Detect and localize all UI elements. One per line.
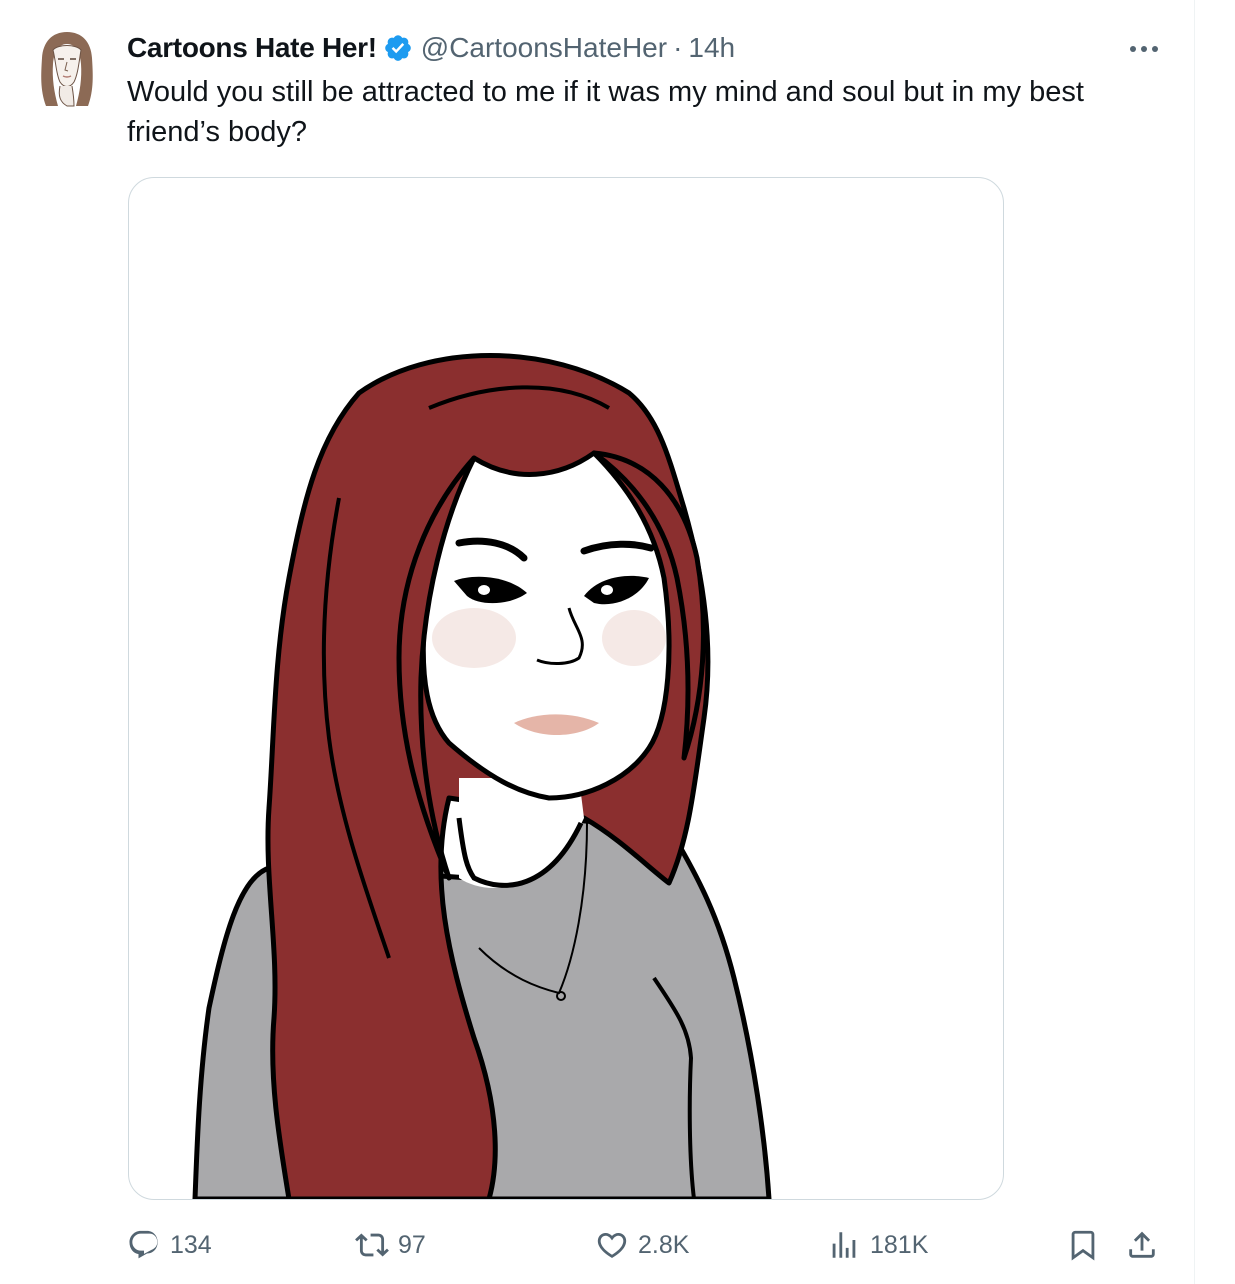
reply-button[interactable]: 134 <box>127 1222 212 1268</box>
views-button[interactable]: 181K <box>827 1222 928 1268</box>
repost-icon <box>355 1233 389 1257</box>
reply-icon <box>129 1230 158 1259</box>
separator-dot: · <box>673 32 683 63</box>
heart-icon <box>597 1232 627 1258</box>
avatar[interactable] <box>38 30 96 108</box>
repost-button[interactable]: 97 <box>355 1222 426 1268</box>
more-icon[interactable] <box>1124 32 1164 62</box>
display-name[interactable]: Cartoons Hate Her! <box>127 32 377 64</box>
verified-badge-icon <box>384 35 411 61</box>
tweet-header: Cartoons Hate Her! @CartoonsHateHer · 14… <box>127 30 735 66</box>
timestamp[interactable]: 14h <box>688 32 735 64</box>
share-icon <box>1129 1231 1155 1258</box>
tweet-image[interactable] <box>128 177 1004 1200</box>
views-count: 181K <box>870 1230 929 1259</box>
like-button[interactable]: 2.8K <box>595 1222 689 1268</box>
cartoon-illustration <box>192 353 772 1199</box>
handle[interactable]: @CartoonsHateHer <box>421 32 667 64</box>
bookmark-button[interactable] <box>1066 1222 1109 1268</box>
repost-count: 97 <box>398 1230 426 1259</box>
tweet-actions: 134 97 2.8K 181K <box>127 1222 1167 1268</box>
share-button[interactable] <box>1125 1222 1168 1268</box>
like-count: 2.8K <box>638 1230 690 1259</box>
reply-count: 134 <box>170 1230 212 1259</box>
tweet-text: Would you still be attracted to me if it… <box>127 76 1084 148</box>
column-border <box>1194 0 1195 1284</box>
bookmark-icon <box>1071 1230 1095 1261</box>
views-icon <box>832 1232 856 1258</box>
